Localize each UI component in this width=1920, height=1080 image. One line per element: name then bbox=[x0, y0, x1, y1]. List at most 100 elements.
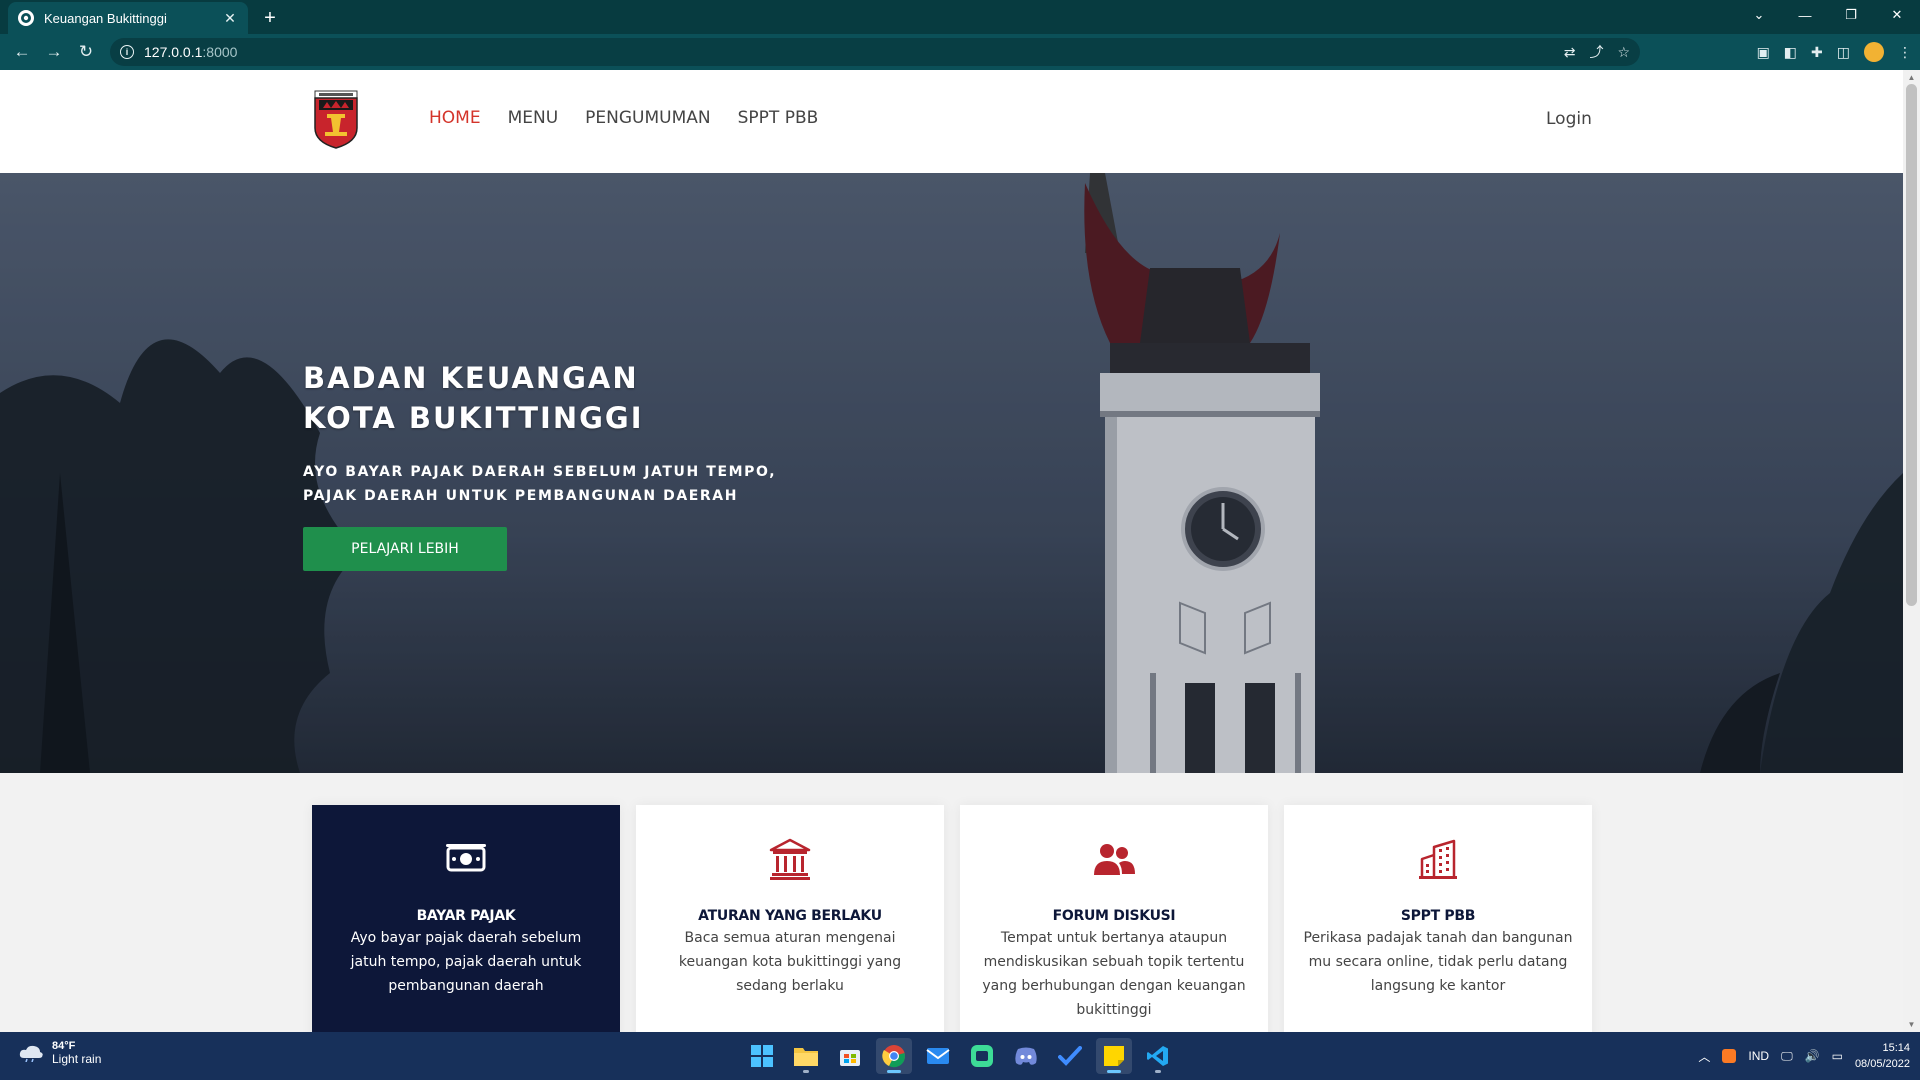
weather-widget[interactable]: 84°F Light rain bbox=[18, 1040, 101, 1066]
input-language[interactable]: IND bbox=[1748, 1049, 1769, 1063]
minimize-icon[interactable]: — bbox=[1782, 0, 1828, 30]
running-indicator bbox=[1107, 1070, 1121, 1073]
scrollbar-thumb[interactable] bbox=[1906, 84, 1917, 606]
tray-xampp-icon[interactable] bbox=[1722, 1049, 1737, 1063]
store-icon bbox=[840, 1050, 860, 1066]
card-title: BAYAR PAJAK bbox=[416, 908, 516, 924]
windows-taskbar: 84°F Light rain ︿ IND 🖵 🔊 ▭ 15:14 08/05/… bbox=[0, 1032, 1920, 1080]
clock-tower-background-image bbox=[0, 173, 1903, 773]
running-indicator bbox=[887, 1070, 901, 1073]
tab-close-icon[interactable]: ✕ bbox=[222, 10, 238, 26]
card-forum[interactable]: FORUM DISKUSI Tempat untuk bertanya atau… bbox=[960, 805, 1268, 1032]
service-cards: BAYAR PAJAK Ayo bayar pajak daerah sebel… bbox=[312, 805, 1592, 1032]
taskbar-file-explorer[interactable] bbox=[788, 1038, 824, 1074]
card-text: Baca semua aturan mengenai keuangan kota… bbox=[678, 930, 902, 994]
back-icon[interactable]: ← bbox=[6, 38, 38, 66]
hero-title: BADAN KEUANGAN KOTA BUKITTINGGI bbox=[303, 358, 803, 438]
restore-icon[interactable]: ❐ bbox=[1828, 0, 1874, 30]
hero-subtitle-line1: AYO BAYAR PAJAK DAERAH SEBELUM JATUH TEM… bbox=[303, 464, 777, 480]
nav-sppt-pbb[interactable]: SPPT PBB bbox=[738, 108, 819, 128]
cloud-rain-icon bbox=[19, 1045, 43, 1062]
network-icon[interactable]: 🖵 bbox=[1781, 1049, 1793, 1064]
window-controls: ⌄ — ❐ ✕ bbox=[1736, 0, 1920, 30]
discord-icon bbox=[1015, 1047, 1037, 1065]
hero-banner: BADAN KEUANGAN KOTA BUKITTINGGI AYO BAYA… bbox=[0, 173, 1903, 773]
card-title: FORUM DISKUSI bbox=[1052, 908, 1176, 924]
tab-search-icon[interactable]: ⌄ bbox=[1736, 0, 1782, 30]
vscode-icon bbox=[1147, 1046, 1168, 1066]
hero-subtitle: AYO BAYAR PAJAK DAERAH SEBELUM JATUH TEM… bbox=[303, 460, 903, 508]
translate-extension-icon[interactable]: ▣ bbox=[1757, 44, 1770, 61]
tray-overflow-chevron-icon[interactable]: ︿ bbox=[1698, 1048, 1710, 1065]
card-text: Ayo bayar pajak daerah sebelum jatuh tem… bbox=[350, 930, 582, 994]
bukittinggi-logo[interactable] bbox=[313, 90, 359, 150]
taskbar-store[interactable] bbox=[832, 1038, 868, 1074]
card-text: Perikasa padajak tanah dan bangunan mu s… bbox=[1303, 930, 1573, 994]
nav-home[interactable]: HOME bbox=[429, 108, 481, 128]
site-header: HOME MENU PENGUMUMAN SPPT PBB Login bbox=[0, 70, 1903, 173]
weather-description: Light rain bbox=[52, 1052, 102, 1066]
page-scrollbar[interactable]: ▲ ▼ bbox=[1903, 70, 1920, 1032]
scroll-down-icon[interactable]: ▼ bbox=[1907, 1020, 1916, 1029]
card-aturan[interactable]: ATURAN YANG BERLAKU Baca semua aturan me… bbox=[636, 805, 944, 1032]
reload-icon[interactable]: ↻ bbox=[70, 38, 102, 66]
new-tab-button[interactable]: + bbox=[258, 6, 282, 30]
scroll-up-icon[interactable]: ▲ bbox=[1907, 73, 1916, 82]
start-button[interactable] bbox=[744, 1038, 780, 1074]
card-title: SPPT PBB bbox=[1400, 908, 1476, 924]
translate-icon[interactable]: ⇄ bbox=[1564, 44, 1576, 61]
tab-title: Keuangan Bukittinggi bbox=[44, 10, 167, 26]
browser-tabbar: Keuangan Bukittinggi ✕ + ⌄ — ❐ ✕ bbox=[0, 0, 1920, 34]
taskbar-chrome[interactable] bbox=[876, 1038, 912, 1074]
nav-pengumuman[interactable]: PENGUMUMAN bbox=[585, 108, 710, 128]
card-title: ATURAN YANG BERLAKU bbox=[698, 908, 882, 924]
bank-icon bbox=[769, 838, 811, 880]
browser-tab[interactable]: Keuangan Bukittinggi ✕ bbox=[8, 2, 248, 34]
folder-icon bbox=[794, 1048, 818, 1066]
terminal-app-icon bbox=[971, 1045, 993, 1067]
share-icon[interactable]: ⤴ bbox=[1589, 42, 1603, 62]
windows-start-icon bbox=[751, 1045, 773, 1067]
battery-icon[interactable]: ▭ bbox=[1832, 1049, 1843, 1063]
side-panel-icon[interactable]: ◫ bbox=[1837, 44, 1850, 61]
chrome-menu-icon[interactable]: ⋮ bbox=[1898, 44, 1912, 61]
chrome-icon bbox=[882, 1045, 905, 1068]
users-icon bbox=[1094, 844, 1135, 875]
taskbar-app-green[interactable] bbox=[964, 1038, 1000, 1074]
main-nav: HOME MENU PENGUMUMAN SPPT PBB bbox=[429, 108, 818, 128]
hero-title-line2: KOTA BUKITTINGGI bbox=[303, 401, 644, 435]
close-window-icon[interactable]: ✕ bbox=[1874, 0, 1920, 30]
cast-extension-icon[interactable]: ◧ bbox=[1784, 44, 1797, 61]
nav-menu[interactable]: MENU bbox=[508, 108, 559, 128]
profile-avatar[interactable] bbox=[1864, 42, 1884, 62]
taskbar-mail[interactable] bbox=[920, 1038, 956, 1074]
url-port: :8000 bbox=[202, 44, 238, 60]
running-indicator bbox=[1155, 1070, 1161, 1073]
omnibox-actions: ⇄ ⤴ ☆ bbox=[1564, 38, 1630, 66]
puzzle-extensions-icon[interactable]: ✚ bbox=[1811, 44, 1823, 61]
volume-icon[interactable]: 🔊 bbox=[1805, 1049, 1820, 1063]
extension-icons: ▣ ◧ ✚ ◫ ⋮ bbox=[1757, 38, 1912, 66]
learn-more-button[interactable]: PELAJARI LEBIH bbox=[303, 527, 507, 571]
taskbar-clock[interactable]: 15:14 08/05/2022 bbox=[1855, 1040, 1910, 1072]
hero-subtitle-line2: PAJAK DAERAH UNTUK PEMBANGUNAN DAERAH bbox=[303, 488, 739, 504]
card-sppt-pbb[interactable]: SPPT PBB Perikasa padajak tanah dan bang… bbox=[1284, 805, 1592, 1032]
clock-time: 15:14 bbox=[1882, 1042, 1910, 1054]
forward-icon[interactable]: → bbox=[38, 38, 70, 66]
taskbar-todo[interactable] bbox=[1052, 1038, 1088, 1074]
card-text: Tempat untuk bertanya ataupun mendiskusi… bbox=[982, 930, 1246, 1018]
taskbar-vscode[interactable] bbox=[1140, 1038, 1176, 1074]
money-icon bbox=[446, 844, 486, 872]
login-link[interactable]: Login bbox=[1546, 109, 1592, 129]
taskbar-sticky-notes[interactable] bbox=[1096, 1038, 1132, 1074]
address-bar[interactable]: i 127.0.0.1:8000 ⇄ ⤴ ☆ bbox=[110, 38, 1640, 66]
page-viewport: HOME MENU PENGUMUMAN SPPT PBB Login BADA… bbox=[0, 70, 1920, 1032]
site-info-icon[interactable]: i bbox=[120, 45, 134, 59]
weather-temperature: 84°F bbox=[52, 1040, 76, 1052]
card-bayar-pajak[interactable]: BAYAR PAJAK Ayo bayar pajak daerah sebel… bbox=[312, 805, 620, 1032]
url-host: 127.0.0.1 bbox=[144, 44, 203, 60]
taskbar-discord[interactable] bbox=[1008, 1038, 1044, 1074]
bookmark-star-icon[interactable]: ☆ bbox=[1617, 44, 1630, 61]
mail-icon bbox=[926, 1048, 950, 1064]
system-tray: ︿ IND 🖵 🔊 ▭ 15:14 08/05/2022 bbox=[1698, 1032, 1910, 1080]
